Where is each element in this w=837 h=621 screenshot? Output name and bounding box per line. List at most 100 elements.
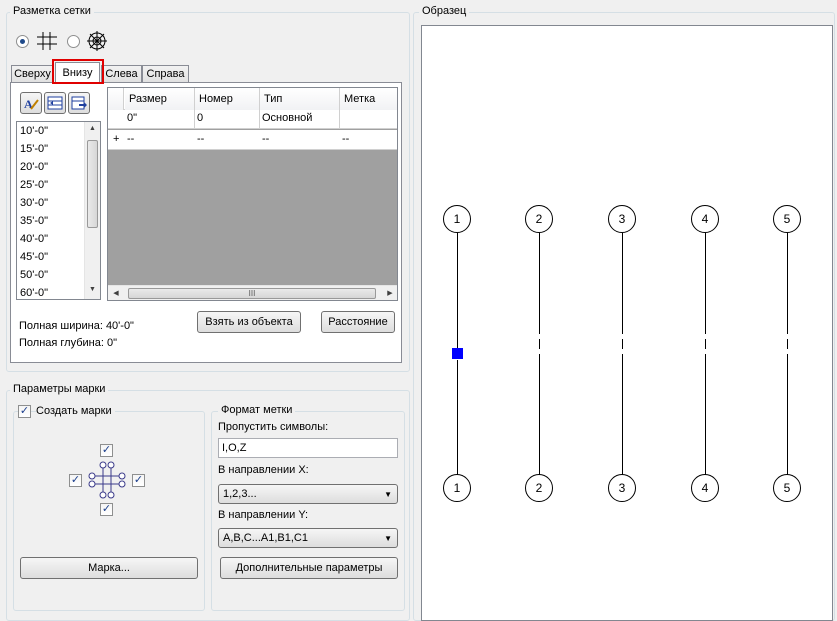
preview-canvas: 1 2 3 4 5 1 2 3 4 5 [421,25,833,621]
tab-right[interactable]: Справа [142,65,189,83]
grid-line [705,354,706,492]
spacing-list[interactable]: 10'-0" 15'-0" 20'-0" 25'-0" 30'-0" 35'-0… [16,121,101,300]
cell-label[interactable]: -- [340,131,397,149]
table-row[interactable]: 0" 0 Основной [108,110,397,129]
cell-number[interactable]: -- [195,131,260,149]
scroll-thumb[interactable] [87,140,98,228]
insert-row-button[interactable] [44,92,66,114]
grid-line [622,339,623,349]
grid-bubble-bottom: 3 [608,474,636,502]
selection-grip[interactable] [452,348,463,359]
grid-line [787,233,788,334]
chevron-down-icon: ▼ [384,490,392,499]
list-item[interactable]: 15'-0" [18,140,86,158]
create-labels-checkbox[interactable]: ✓ [18,405,31,418]
grid-bubble-bottom: 5 [773,474,801,502]
table-horizontal-scrollbar[interactable]: ◀ III ▶ [108,285,397,300]
list-item[interactable]: 60'-0" [18,284,86,302]
grid-bubble-top: 3 [608,205,636,233]
grid-line [457,360,458,492]
create-labels-label: Создать марки [36,405,115,417]
grid-line [539,354,540,492]
cell-type[interactable]: Основной [260,110,340,128]
grid-line [705,233,706,334]
spacing-list-scrollbar[interactable]: ▲ ▼ [84,122,100,299]
skip-chars-label: Пропустить символы: [218,421,329,433]
cell-size[interactable]: 0" [125,110,195,128]
scroll-up-arrow-icon[interactable]: ▲ [85,125,100,132]
grid-bubble-top: 4 [691,205,719,233]
grid-line [705,339,706,349]
distance-button[interactable]: Расстояние [321,311,395,333]
append-row-icon [71,96,87,110]
y-direction-label: В направлении Y: [218,509,309,521]
chevron-down-icon: ▼ [384,534,392,543]
rect-grid-radio[interactable] [16,35,29,48]
scroll-down-arrow-icon[interactable]: ▼ [85,286,100,293]
preview-title: Образец [419,5,470,18]
x-direction-label: В направлении X: [218,464,309,476]
grid-bubble-bottom: 2 [525,474,553,502]
bubble-left-checkbox[interactable]: ✓ [69,474,82,487]
more-params-button[interactable]: Дополнительные параметры [220,557,398,579]
cell-number[interactable]: 0 [195,110,260,128]
row-selector-header [108,88,124,110]
grid-table[interactable]: Размер Номер Тип Метка 0" 0 Основной + -… [107,87,398,301]
scroll-right-arrow-icon[interactable]: ▶ [385,289,395,297]
grid-line [539,339,540,349]
list-item[interactable]: 20'-0" [18,158,86,176]
cell-size[interactable]: -- [125,131,195,149]
label-params-title: Параметры марки [10,383,109,396]
total-width-text: Полная ширина: 40'-0" [19,320,134,332]
bubble-top-checkbox[interactable]: ✓ [100,444,113,457]
rectangular-grid-icon [37,32,57,50]
grid-bubble-top: 1 [443,205,471,233]
list-item[interactable]: 10'-0" [18,122,86,140]
y-direction-select[interactable]: A,B,C...A1,B1,C1 ▼ [218,528,398,548]
grid-line [622,233,623,334]
cell-type[interactable]: -- [260,131,340,149]
list-item[interactable]: 30'-0" [18,194,86,212]
pencil-a-icon: A [24,97,39,111]
edit-label-button[interactable]: A [20,92,42,114]
x-direction-value: 1,2,3... [223,488,257,500]
append-row-button[interactable] [68,92,90,114]
label-format-title: Формат метки [218,404,296,416]
grid-bubble-bottom: 4 [691,474,719,502]
column-header-size[interactable]: Размер [125,88,195,110]
column-header-number[interactable]: Номер [195,88,260,110]
grid-line [539,233,540,334]
table-row[interactable]: + -- -- -- -- [108,130,397,150]
scroll-thumb[interactable]: III [128,288,376,299]
tab-top[interactable]: Сверху [11,65,54,83]
bubble-right-checkbox[interactable]: ✓ [132,474,145,487]
skip-chars-input[interactable]: I,O,Z [218,438,398,458]
radial-grid-radio[interactable] [67,35,80,48]
grid-line [457,233,458,356]
take-from-object-button[interactable]: Взять из объекта [197,311,301,333]
column-header-type[interactable]: Тип [260,88,340,110]
spacing-list-items: 10'-0" 15'-0" 20'-0" 25'-0" 30'-0" 35'-0… [18,122,86,302]
active-tab-highlight [52,59,104,84]
bubble-bottom-checkbox[interactable]: ✓ [100,503,113,516]
grid-bubble-top: 5 [773,205,801,233]
list-item[interactable]: 45'-0" [18,248,86,266]
tab-left[interactable]: Слева [101,65,142,83]
list-item[interactable]: 35'-0" [18,212,86,230]
list-item[interactable]: 50'-0" [18,266,86,284]
list-item[interactable]: 40'-0" [18,230,86,248]
grid-line [787,339,788,349]
column-header-label[interactable]: Метка [340,88,397,110]
mark-button-label: Марка... [88,562,130,574]
insert-row-icon [47,96,63,110]
scroll-left-arrow-icon[interactable]: ◀ [111,289,121,297]
mark-button[interactable]: Марка... [20,557,198,579]
cell-label[interactable] [340,110,397,128]
grid-bubble-bottom: 1 [443,474,471,502]
x-direction-select[interactable]: 1,2,3... ▼ [218,484,398,504]
grid-bubble-top: 2 [525,205,553,233]
grid-line [787,354,788,492]
row-marker [108,110,124,128]
grid-layout-title: Разметка сетки [10,5,94,18]
list-item[interactable]: 25'-0" [18,176,86,194]
